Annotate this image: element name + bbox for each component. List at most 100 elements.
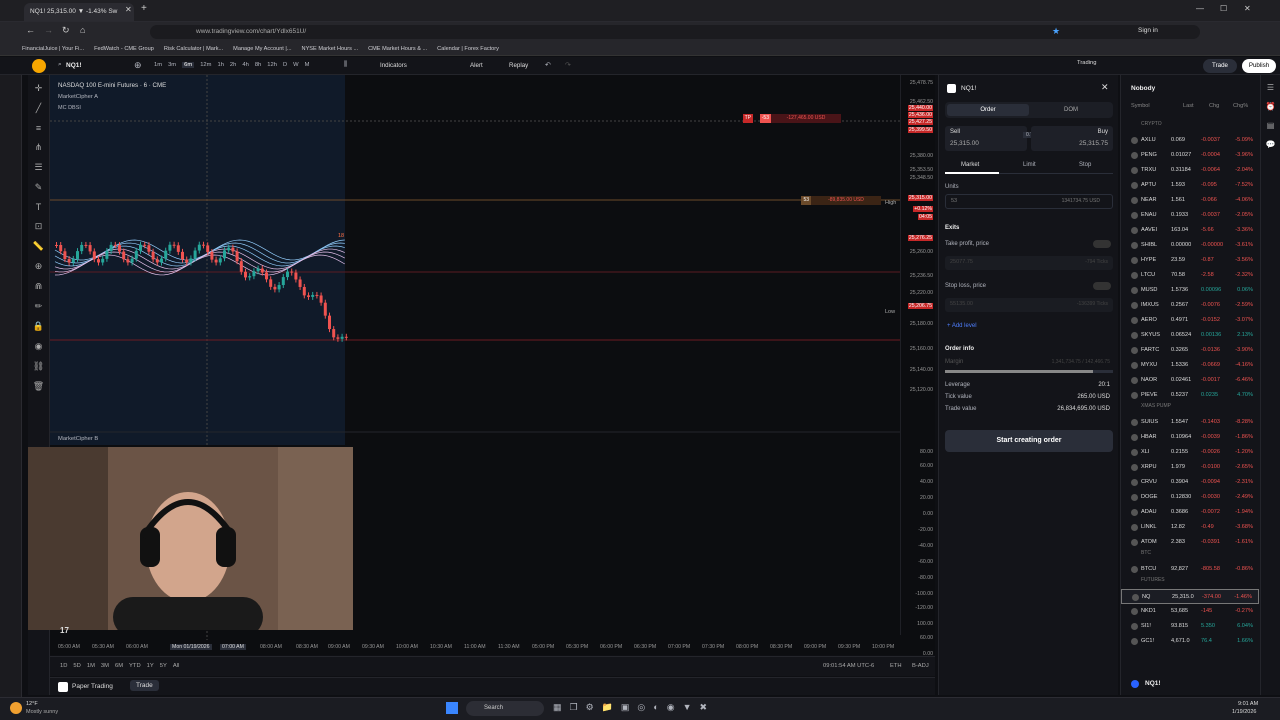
watchlist-row[interactable]: HYPE 23.59 -0.87 -3.56%	[1121, 253, 1259, 268]
range-1Y[interactable]: 1Y	[147, 663, 154, 669]
interval-6m[interactable]: 6m	[182, 62, 195, 68]
clock-readout[interactable]: 09:01:54 AM UTC-6	[823, 663, 874, 669]
pitchfork-icon[interactable]: ⋔	[35, 142, 43, 153]
units-input[interactable]: 53 1341734.75 USD	[945, 194, 1113, 209]
watchlist-row[interactable]: SI1! 93.815 5.350 6.04%	[1121, 619, 1259, 634]
widgets-icon[interactable]: ▦	[553, 702, 562, 713]
interval-3m[interactable]: 3m	[168, 62, 176, 68]
bookmark-item[interactable]: Risk Calculator | Mark...	[164, 46, 223, 52]
zoom-icon[interactable]: ⊕	[35, 261, 43, 272]
interval-1h[interactable]: 1h	[217, 62, 223, 68]
new-tab-icon[interactable]: +	[141, 3, 147, 14]
tab-order[interactable]: Order	[947, 104, 1029, 116]
chart-type-icon[interactable]: ⫼	[344, 61, 347, 69]
range-5Y[interactable]: 5Y	[160, 663, 167, 669]
watchlist-row[interactable]: GC1! 4,671.0 76.4 1.66%	[1121, 634, 1259, 649]
sign-in-button[interactable]: Sign in	[1138, 27, 1158, 34]
watchlist-row[interactable]: SKYUS 0.06524 0.00136 2.13%	[1121, 328, 1259, 343]
add-level-link[interactable]: + Add level	[947, 323, 977, 329]
bookmark-item[interactable]: FedWatch - CME Group	[94, 46, 154, 52]
watchlist-footer-symbol[interactable]: NQ1!	[1145, 680, 1161, 687]
text-icon[interactable]: T	[36, 202, 42, 212]
interval-2h[interactable]: 2h	[230, 62, 236, 68]
stop-loss-label[interactable]: Stop loss, price	[945, 283, 986, 289]
watchlist-row[interactable]: BTCU 92,827 -805.58 -0.86%	[1121, 562, 1259, 577]
watchlist-row[interactable]: PENG 0.01027 -0.0004 -3.96%	[1121, 148, 1259, 163]
fib-icon[interactable]: ☰	[34, 162, 42, 173]
interval-W[interactable]: W	[293, 62, 298, 68]
bookmark-item[interactable]: NYSE Market Hours ...	[302, 46, 359, 52]
pencil-icon[interactable]: ✏	[35, 301, 43, 312]
take-profit-input[interactable]: 25077.75 -794 Ticks	[945, 256, 1113, 270]
watchlist-row[interactable]: PIEVE 0.5237 0.0235 4.70%	[1121, 388, 1259, 403]
watchlist-row[interactable]: AXLU 0.069 -0.0037 -5.09%	[1121, 133, 1259, 148]
watchlist-row[interactable]: MUSD 1.5736 0.00096 0.06%	[1121, 283, 1259, 298]
symbol-search[interactable]: NQ1!	[66, 62, 82, 69]
range-3M[interactable]: 3M	[101, 663, 109, 669]
tp-order-label[interactable]: TP -53 -127,465.00 USD	[736, 114, 841, 123]
lock-icon[interactable]: 🔒	[33, 321, 44, 332]
lines-icon[interactable]: ≡	[36, 123, 41, 133]
start-order-button[interactable]: Start creating order	[945, 430, 1113, 452]
reload-icon[interactable]: ↻	[62, 25, 70, 36]
replay-button[interactable]: Replay	[509, 62, 528, 69]
maximize-icon[interactable]: ☐	[1220, 4, 1227, 13]
range-6M[interactable]: 6M	[115, 663, 123, 669]
trash-icon[interactable]: 🗑	[33, 381, 44, 392]
tab-paper-trading[interactable]: Paper Trading	[72, 683, 113, 690]
taskbar-search[interactable]: Search	[466, 701, 544, 716]
magnet-icon[interactable]: ⋒	[35, 281, 43, 292]
eye-icon[interactable]: ◉	[35, 341, 43, 352]
tab-stop[interactable]: Stop	[1079, 162, 1091, 168]
position-label[interactable]: 53 -89,835.00 USD	[783, 196, 881, 205]
datawindow-icon[interactable]: ▤	[1267, 121, 1275, 130]
undo-icon[interactable]: ↶	[545, 61, 551, 69]
alerts-icon[interactable]: ⏰	[1266, 102, 1276, 111]
settings-icon[interactable]: ⚙	[586, 702, 594, 713]
close-tab-icon[interactable]: ✕	[125, 5, 132, 14]
tab-trade[interactable]: Trade	[130, 680, 159, 691]
watchlist-row[interactable]: LINKL 12.82 -0.49 -3.68%	[1121, 520, 1259, 535]
bookmark-item[interactable]: CME Market Hours & ...	[368, 46, 427, 52]
search-icon[interactable]: ⌕	[58, 61, 62, 69]
interval-D[interactable]: D	[283, 62, 287, 68]
publish-button[interactable]: Publish	[1242, 59, 1276, 73]
watchlist-row[interactable]: NQ 25,315.0 -374.00 -1.46%	[1121, 589, 1259, 604]
trading-panel-button[interactable]: Trading	[1077, 60, 1096, 66]
interval-8h[interactable]: 8h	[255, 62, 261, 68]
watchlist-section[interactable]: BTC	[1141, 550, 1151, 556]
bookmark-item[interactable]: Calendar | Forex Factory	[437, 46, 499, 52]
browser-tab-active[interactable]: NQ1! 25,315.00 ▼ -1.43% Sw	[24, 3, 134, 21]
close-window-icon[interactable]: ✕	[1244, 4, 1251, 13]
range-YTD[interactable]: YTD	[129, 663, 141, 669]
link-icon[interactable]: ⛓	[33, 361, 44, 372]
crosshair-icon[interactable]: ✛	[35, 83, 43, 94]
alert-button[interactable]: Alert	[470, 62, 483, 69]
watchlist-row[interactable]: TRXU 0.31184 -0.0064 -2.04%	[1121, 163, 1259, 178]
interval-4h[interactable]: 4h	[242, 62, 248, 68]
watchlist-row[interactable]: FARTC 0.3265 -0.0136 -3.90%	[1121, 343, 1259, 358]
compare-icon[interactable]: ⊕	[134, 60, 142, 71]
watchlist-row[interactable]: ENAU 0.1933 -0.0037 -2.05%	[1121, 208, 1259, 223]
forward-icon[interactable]: →	[44, 25, 53, 35]
watchlist-row[interactable]: HBAR 0.10964 -0.0039 -1.86%	[1121, 430, 1259, 445]
watchlist-row[interactable]: XRPU 1.979 -0.0100 -2.65%	[1121, 460, 1259, 475]
tab-market[interactable]: Market	[961, 162, 979, 168]
favorite-star-icon[interactable]: ★	[1052, 26, 1060, 37]
back-icon[interactable]: ←	[26, 25, 35, 35]
close-panel-icon[interactable]: ✕	[1101, 82, 1109, 93]
brave-icon[interactable]: ▼	[683, 702, 692, 713]
range-All[interactable]: All	[173, 663, 179, 669]
watchlist-row[interactable]: MYXU 1.5336 -0.0669 -4.16%	[1121, 358, 1259, 373]
interval-M[interactable]: M	[305, 62, 310, 68]
badj-toggle[interactable]: B-ADJ	[912, 663, 929, 669]
take-profit-toggle[interactable]	[1093, 240, 1111, 248]
chrome-icon[interactable]: ◎	[637, 702, 645, 713]
tab-limit[interactable]: Limit	[1023, 162, 1036, 168]
watchlist-row[interactable]: NEAR 1.561 -0.066 -4.06%	[1121, 193, 1259, 208]
sell-button[interactable]: Sell 25,315.00	[945, 126, 1027, 151]
interval-1m[interactable]: 1m	[154, 62, 162, 68]
weather-icon[interactable]	[10, 702, 22, 714]
watchlist-icon[interactable]: ☰	[1267, 83, 1274, 92]
minimize-icon[interactable]: —	[1196, 4, 1204, 13]
